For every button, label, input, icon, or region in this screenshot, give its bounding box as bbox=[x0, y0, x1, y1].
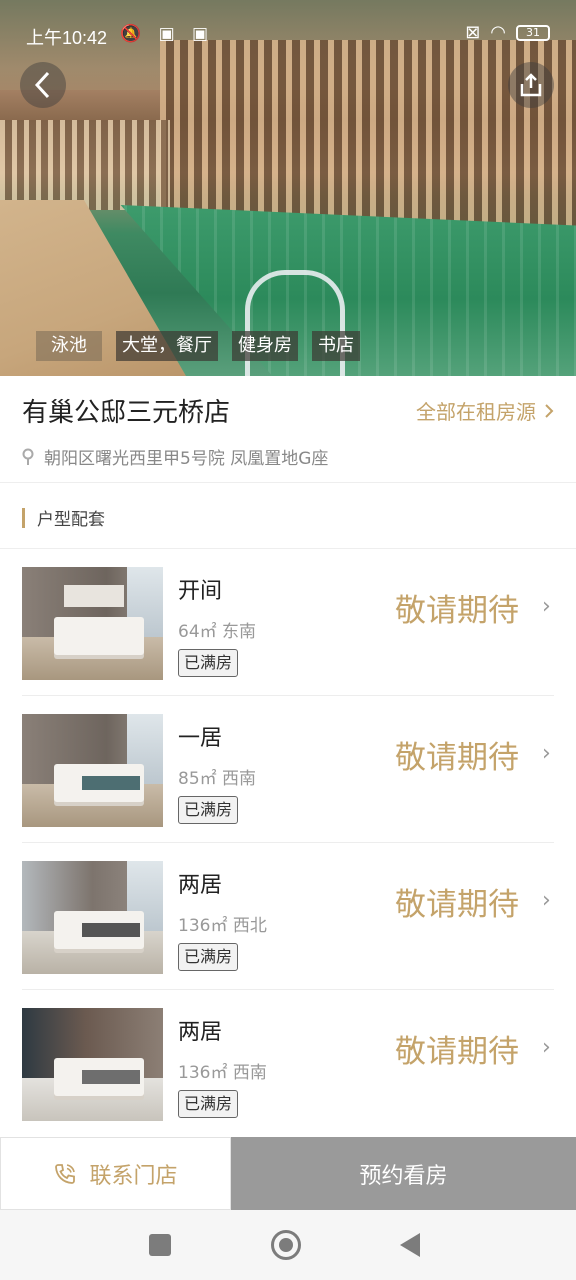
room-price: 敬请期待 bbox=[395, 593, 519, 629]
divider bbox=[0, 482, 576, 483]
room-thumbnail bbox=[22, 1008, 163, 1121]
room-name: 两居 bbox=[178, 873, 223, 898]
section-title: 户型配套 bbox=[37, 510, 105, 530]
room-thumbnail bbox=[22, 861, 163, 974]
room-item[interactable]: 开间 64㎡ 东南 已满房 敬请期待 › bbox=[0, 549, 576, 696]
book-viewing-label: 预约看房 bbox=[359, 1163, 448, 1189]
status-time: 上午10:42 bbox=[26, 28, 108, 48]
store-title: 有巢公邸三元桥店 bbox=[22, 398, 231, 428]
room-meta: 64㎡ 东南 bbox=[178, 622, 257, 642]
room-name: 开间 bbox=[178, 579, 223, 604]
all-listings-link[interactable]: 全部在租房源 bbox=[416, 396, 554, 425]
store-address[interactable]: 朝阳区曙光西里甲5号院 凤凰置地G座 bbox=[22, 444, 328, 469]
section-header: 户型配套 bbox=[22, 505, 105, 530]
sim-icon: ⊠ bbox=[465, 22, 481, 43]
section-accent-bar bbox=[22, 507, 25, 528]
book-viewing-button[interactable]: 预约看房 bbox=[231, 1137, 576, 1210]
status-bar: 上午10:42 🔕 ▣ ▣ ⊠ ◠ 31 bbox=[0, 0, 576, 60]
status-badge: 已满房 bbox=[178, 649, 239, 677]
chevron-right-icon: › bbox=[542, 741, 551, 766]
room-meta: 136㎡ 西南 bbox=[178, 1063, 267, 1083]
room-price: 敬请期待 bbox=[395, 1034, 519, 1070]
chevron-right-icon bbox=[545, 403, 554, 418]
status-icons-right: ⊠ ◠ 31 bbox=[465, 22, 550, 43]
back-button[interactable] bbox=[20, 62, 66, 108]
status-badge: 已满房 bbox=[178, 1090, 239, 1118]
share-icon bbox=[520, 73, 542, 97]
facility-tag[interactable]: 书店 bbox=[312, 331, 360, 361]
room-item[interactable]: 两居 136㎡ 西南 已满房 敬请期待 › bbox=[0, 990, 576, 1137]
bottom-action-bar: 联系门店 预约看房 bbox=[0, 1137, 576, 1210]
contact-store-button[interactable]: 联系门店 bbox=[0, 1137, 231, 1210]
notification-icons: 🔕 ▣ ▣ bbox=[120, 24, 215, 44]
facility-tag[interactable]: 大堂，餐厅 bbox=[116, 331, 218, 361]
back-icon bbox=[34, 71, 50, 99]
room-meta: 136㎡ 西北 bbox=[178, 916, 267, 936]
room-name: 一居 bbox=[178, 726, 223, 751]
recent-apps-button[interactable] bbox=[149, 1234, 171, 1256]
room-item[interactable]: 两居 136㎡ 西北 已满房 敬请期待 › bbox=[0, 843, 576, 990]
status-badge: 已满房 bbox=[178, 796, 239, 824]
chevron-right-icon: › bbox=[542, 888, 551, 913]
facility-tags: 泳池 大堂，餐厅 健身房 书店 bbox=[36, 331, 360, 361]
location-icon bbox=[22, 448, 34, 465]
contact-store-label: 联系门店 bbox=[89, 1163, 178, 1189]
room-item[interactable]: 一居 85㎡ 西南 已满房 敬请期待 › bbox=[0, 696, 576, 843]
facility-tag[interactable]: 泳池 bbox=[36, 331, 102, 361]
share-button[interactable] bbox=[508, 62, 554, 108]
room-meta: 85㎡ 西南 bbox=[178, 769, 257, 789]
facility-tag[interactable]: 健身房 bbox=[232, 331, 298, 361]
battery-icon: 31 bbox=[516, 24, 550, 41]
system-back-button[interactable] bbox=[400, 1233, 420, 1257]
phone-icon bbox=[55, 1163, 76, 1184]
home-button[interactable] bbox=[271, 1230, 301, 1260]
room-price: 敬请期待 bbox=[395, 887, 519, 923]
wifi-icon: ◠ bbox=[490, 22, 506, 43]
room-price: 敬请期待 bbox=[395, 740, 519, 776]
chevron-right-icon: › bbox=[542, 1035, 551, 1060]
address-text: 朝阳区曙光西里甲5号院 凤凰置地G座 bbox=[44, 449, 329, 469]
all-listings-label: 全部在租房源 bbox=[416, 400, 536, 424]
room-thumbnail bbox=[22, 567, 163, 680]
chevron-right-icon: › bbox=[542, 594, 551, 619]
room-thumbnail bbox=[22, 714, 163, 827]
status-badge: 已满房 bbox=[178, 943, 239, 971]
system-nav-bar bbox=[0, 1210, 576, 1280]
room-name: 两居 bbox=[178, 1020, 223, 1045]
